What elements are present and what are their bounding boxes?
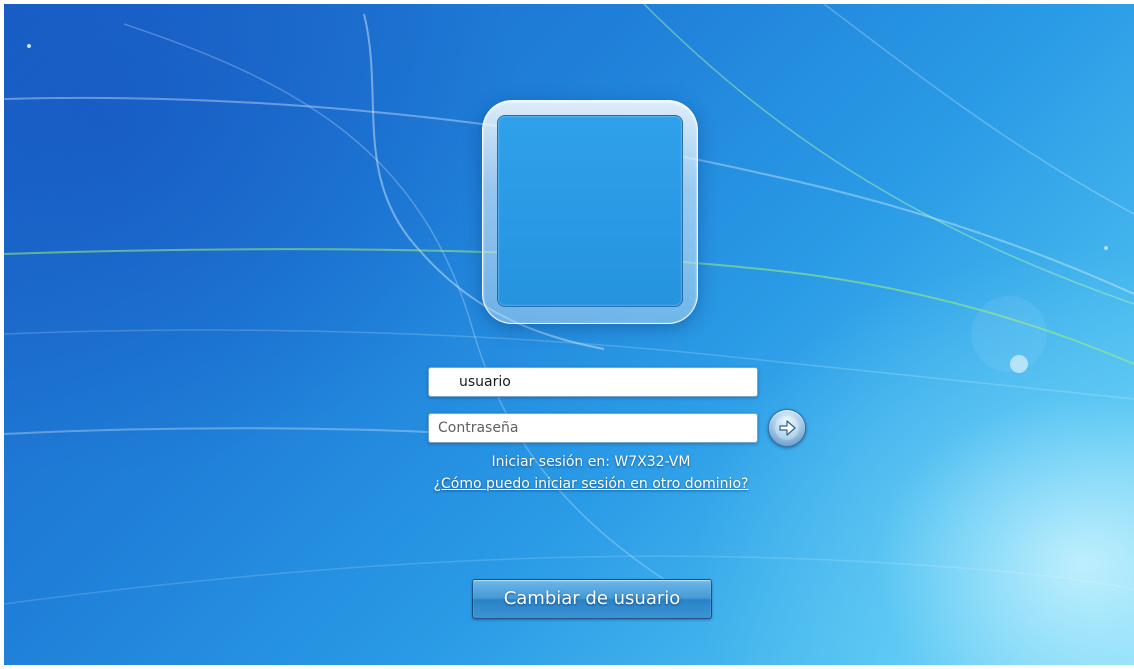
logon-screen: Iniciar sesión en: W7X32-VM ¿Cómo puedo …	[4, 4, 1134, 665]
user-picture-placeholder	[497, 115, 683, 307]
password-field[interactable]	[428, 413, 758, 443]
other-domain-link[interactable]: ¿Cómo puedo iniciar sesión en otro domin…	[384, 476, 798, 492]
login-target-text: Iniciar sesión en: W7X32-VM	[491, 454, 691, 470]
submit-login-button[interactable]	[768, 409, 806, 447]
arrow-right-icon	[775, 416, 799, 440]
username-field[interactable]	[428, 367, 758, 397]
switch-user-button[interactable]: Cambiar de usuario	[472, 579, 712, 619]
user-picture-tile	[482, 100, 698, 324]
